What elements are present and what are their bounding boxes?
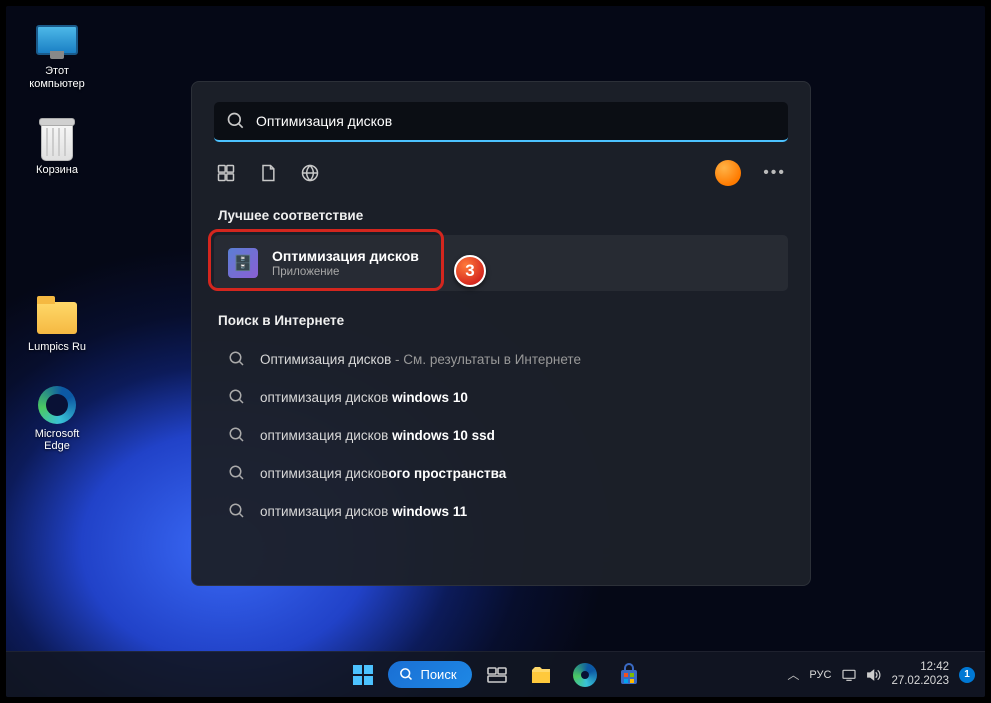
search-icon bbox=[228, 464, 246, 482]
desktop-icon-lumpics[interactable]: Lumpics Ru bbox=[21, 297, 93, 354]
documents-filter-icon[interactable] bbox=[258, 163, 278, 183]
web-filter-icon[interactable] bbox=[300, 163, 320, 183]
search-box[interactable] bbox=[214, 102, 788, 142]
notification-badge[interactable]: 1 bbox=[959, 667, 975, 683]
search-input[interactable] bbox=[256, 113, 776, 129]
edge-button[interactable] bbox=[566, 656, 604, 694]
web-result-item[interactable]: оптимизация дискового пространства bbox=[214, 454, 788, 492]
apps-filter-icon[interactable] bbox=[216, 163, 236, 183]
web-result-item[interactable]: оптимизация дисков windows 10 bbox=[214, 378, 788, 416]
best-match-header: Лучшее соответствие bbox=[218, 208, 788, 223]
language-indicator[interactable]: РУС bbox=[809, 669, 831, 681]
tray-chevron-up-icon[interactable]: ︿ bbox=[787, 666, 799, 683]
start-button[interactable] bbox=[343, 656, 381, 694]
desktop-icon-recycle-bin[interactable]: Корзина bbox=[21, 120, 93, 177]
search-icon bbox=[228, 350, 246, 368]
taskbar: Поиск ︿ РУС 12:42 27.02. bbox=[6, 651, 985, 697]
task-view-button[interactable] bbox=[478, 656, 516, 694]
user-avatar[interactable] bbox=[715, 160, 741, 186]
start-search-panel: ••• Лучшее соответствие 🗄️ Оптимизация д… bbox=[191, 81, 811, 586]
desktop-icon-label: Microsoft Edge bbox=[21, 428, 93, 453]
taskbar-date: 27.02.2023 bbox=[891, 675, 949, 689]
desktop: Этот компьютер Корзина Lumpics Ru Micros… bbox=[6, 6, 985, 697]
desktop-icons: Этот компьютер Корзина Lumpics Ru Micros… bbox=[21, 21, 93, 453]
taskbar-clock[interactable]: 12:42 27.02.2023 bbox=[891, 661, 949, 689]
web-results-list: Оптимизация дисков - См. результаты в Ин… bbox=[214, 340, 788, 530]
web-result-item[interactable]: оптимизация дисков windows 11 bbox=[214, 492, 788, 530]
web-result-item[interactable]: Оптимизация дисков - См. результаты в Ин… bbox=[214, 340, 788, 378]
defrag-app-icon: 🗄️ bbox=[228, 248, 258, 278]
desktop-icon-label: Этот компьютер bbox=[21, 65, 93, 90]
store-button[interactable] bbox=[610, 656, 648, 694]
search-icon bbox=[228, 426, 246, 444]
search-filter-row: ••• bbox=[216, 160, 786, 186]
annotation-step-badge: 3 bbox=[454, 255, 486, 287]
more-options-button[interactable]: ••• bbox=[763, 164, 786, 182]
network-icon bbox=[841, 667, 857, 683]
system-tray[interactable] bbox=[841, 667, 881, 683]
volume-icon bbox=[865, 667, 881, 683]
best-match-title: Оптимизация дисков bbox=[272, 248, 419, 264]
taskbar-search-label: Поиск bbox=[420, 667, 456, 682]
search-icon bbox=[228, 388, 246, 406]
best-match-result[interactable]: 🗄️ Оптимизация дисков Приложение bbox=[214, 235, 788, 291]
taskbar-time: 12:42 bbox=[891, 661, 949, 675]
search-icon bbox=[226, 111, 246, 131]
taskbar-search-button[interactable]: Поиск bbox=[387, 661, 471, 688]
file-explorer-button[interactable] bbox=[522, 656, 560, 694]
desktop-icon-label: Корзина bbox=[36, 164, 78, 177]
search-icon bbox=[228, 502, 246, 520]
best-match-subtitle: Приложение bbox=[272, 266, 419, 278]
web-result-item[interactable]: оптимизация дисков windows 10 ssd bbox=[214, 416, 788, 454]
desktop-icon-label: Lumpics Ru bbox=[28, 341, 86, 354]
desktop-icon-this-pc[interactable]: Этот компьютер bbox=[21, 21, 93, 90]
desktop-icon-edge[interactable]: Microsoft Edge bbox=[21, 384, 93, 453]
web-search-header: Поиск в Интернете bbox=[218, 313, 788, 328]
